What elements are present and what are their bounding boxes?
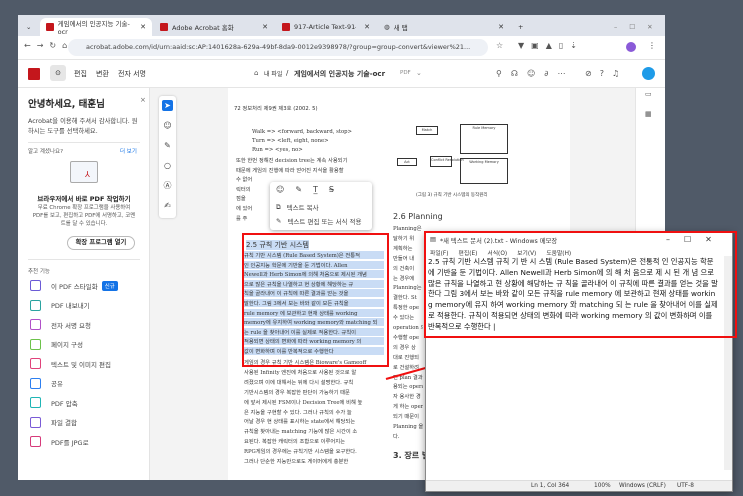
line-ending: Windows (CRLF)	[619, 483, 666, 489]
notepad-status-bar: Ln 1, Col 364 100% Windows (CRLF) UTF-8	[426, 480, 732, 491]
notepad-highlight-box	[424, 231, 737, 338]
zoom-level: 100%	[594, 483, 611, 489]
encoding: UTF-8	[677, 483, 694, 489]
cursor-position: Ln 1, Col 364	[531, 483, 570, 489]
